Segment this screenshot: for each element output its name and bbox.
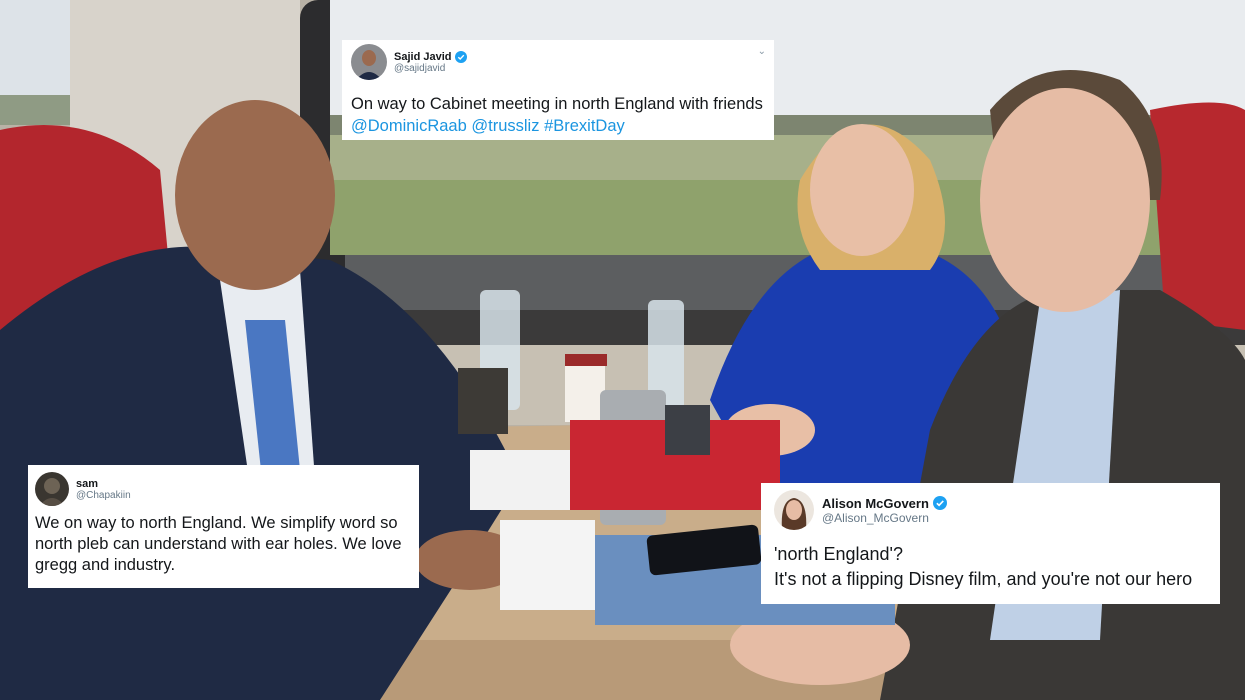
mention-link[interactable]: @trussliz (471, 117, 539, 135)
user-handle[interactable]: @sajidjavid (394, 63, 467, 74)
tweet-sam: sam @Chapakiin We on way to north Englan… (28, 465, 419, 588)
tweet-text: 'north England'? It's not a flipping Dis… (774, 544, 1193, 589)
verified-badge-icon (932, 496, 947, 510)
tweet-sajid-javid: ⌄ Sajid Javid @sajidjavid On way to Cabi… (342, 40, 774, 140)
avatar[interactable] (774, 490, 814, 530)
avatar[interactable] (35, 472, 69, 506)
verified-badge-icon (455, 50, 468, 63)
user-handle[interactable]: @Alison_McGovern (822, 511, 947, 525)
user-handle[interactable]: @Chapakiin (76, 490, 131, 501)
tweet-alison-mcgovern: Alison McGovern @Alison_McGovern 'north … (761, 483, 1220, 604)
hashtag-link[interactable]: #BrexitDay (544, 117, 625, 135)
tweet-text: On way to Cabinet meeting in north Engla… (351, 95, 763, 135)
display-name[interactable]: Alison McGovern (822, 496, 947, 511)
display-name[interactable]: Sajid Javid (394, 50, 468, 63)
avatar[interactable] (351, 44, 387, 80)
tweet-text: We on way to north England. We simplify … (35, 514, 402, 574)
display-name[interactable]: sam (76, 478, 131, 490)
chevron-down-icon[interactable]: ⌄ (758, 46, 766, 57)
mention-link[interactable]: @DominicRaab (351, 117, 467, 135)
